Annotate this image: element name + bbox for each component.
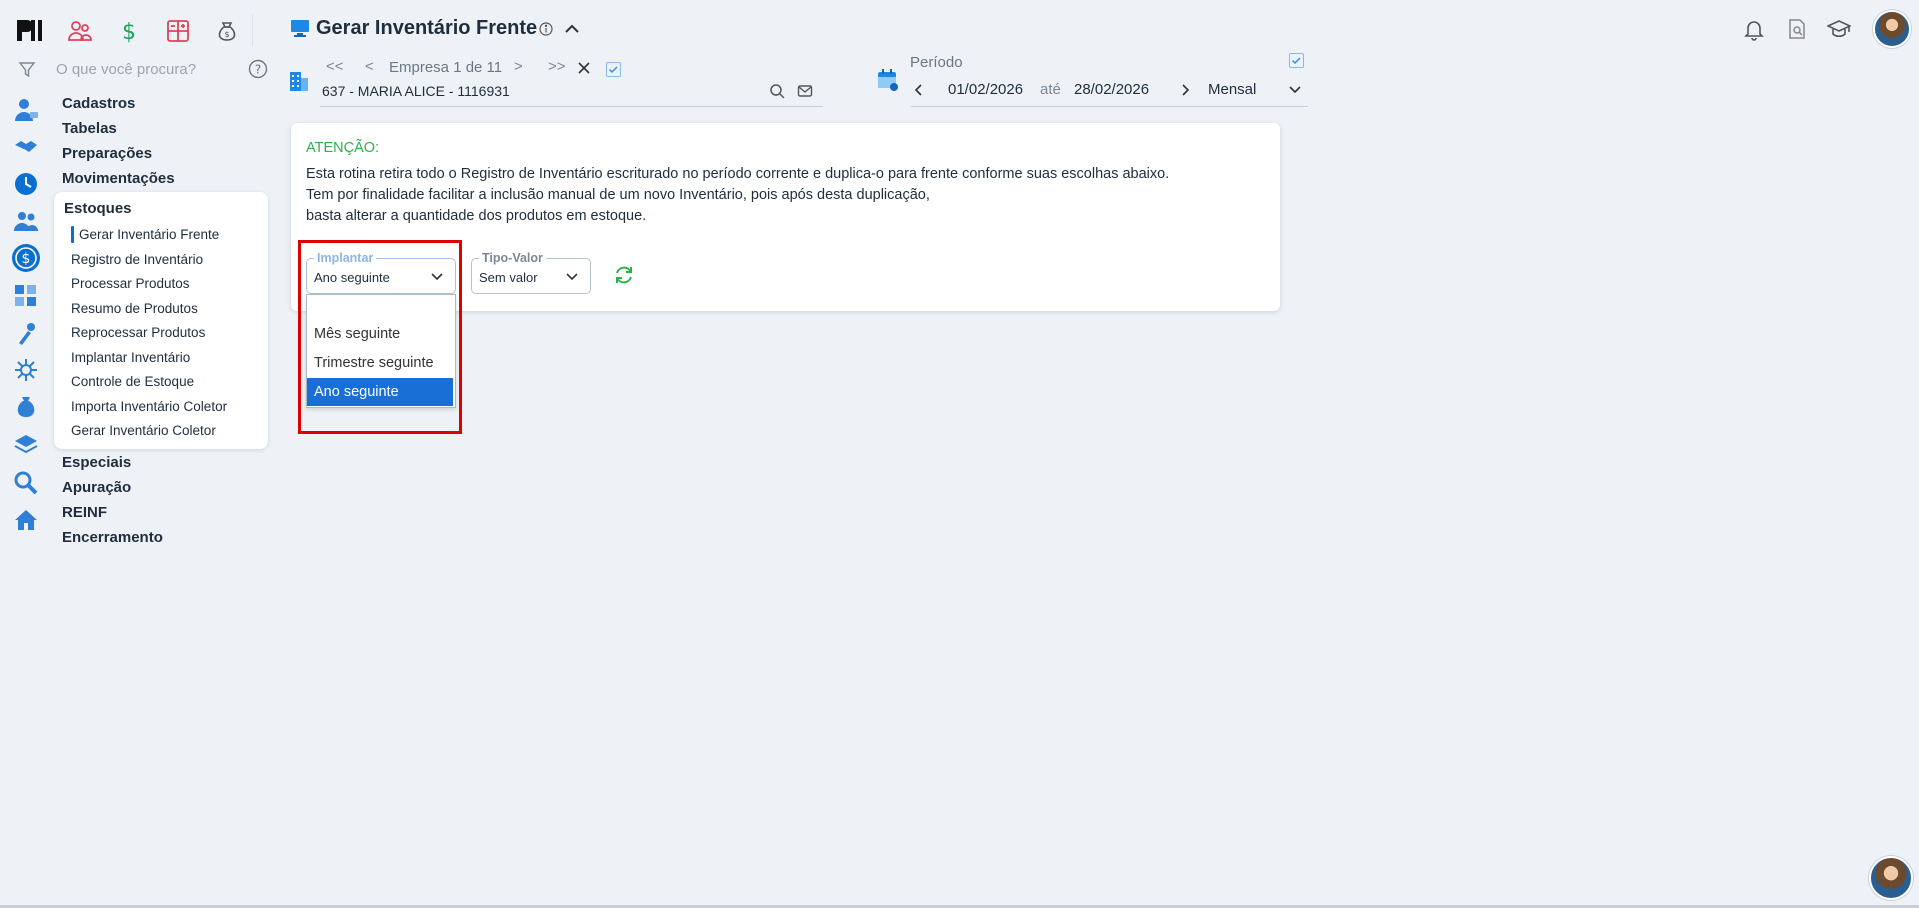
money-bag-icon[interactable] (12, 393, 40, 421)
submenu-item-importa-inventario-coletor[interactable]: Importa Inventário Coletor (71, 399, 227, 414)
assistant-avatar[interactable] (1869, 856, 1913, 900)
empresa-counter: Empresa 1 de 11 (389, 59, 503, 76)
chevron-right-icon[interactable] (1177, 82, 1193, 98)
people-icon[interactable] (67, 18, 93, 44)
tools-icon[interactable] (12, 319, 40, 347)
top-separator (252, 14, 253, 46)
last-empresa-button[interactable]: >> (548, 58, 566, 75)
empresa-underline (320, 106, 823, 107)
tipo-valor-label: Tipo-Valor (479, 251, 546, 265)
close-icon[interactable] (576, 60, 592, 76)
dollar-icon[interactable]: $ (116, 18, 142, 44)
chevron-down-icon[interactable] (564, 268, 580, 284)
period-start-input[interactable]: 01/02/2026 (948, 81, 1023, 98)
menu-estoques[interactable]: Estoques (64, 200, 132, 217)
user-avatar[interactable] (1873, 10, 1911, 48)
app-logo[interactable] (14, 16, 44, 44)
info-icon[interactable] (539, 22, 553, 36)
menu-movimentacoes[interactable]: Movimentações (62, 170, 175, 187)
menu-encerramento[interactable]: Encerramento (62, 529, 163, 546)
search-input[interactable]: O que você procura? (56, 61, 196, 78)
highlight-box (298, 240, 462, 434)
submenu-item-gerar-inventario-frente[interactable]: Gerar Inventário Frente (79, 227, 219, 242)
filter-icon[interactable] (18, 61, 36, 79)
menu-apuracao[interactable]: Apuração (62, 479, 131, 496)
apps-icon[interactable] (12, 282, 40, 310)
menu-preparacoes[interactable]: Preparações (62, 145, 152, 162)
submenu-item-controle-estoque[interactable]: Controle de Estoque (71, 374, 194, 389)
attention-line-2: Tem por finalidade facilitar a inclusão … (306, 187, 930, 203)
period-underline (910, 106, 1308, 107)
submenu-item-gerar-inventario-coletor[interactable]: Gerar Inventário Coletor (71, 423, 216, 438)
menu-cadastros[interactable]: Cadastros (62, 95, 135, 112)
period-mode-select[interactable]: Mensal (1208, 81, 1256, 98)
search-icon[interactable] (769, 83, 785, 99)
attention-line-1: Esta rotina retira todo o Registro de In… (306, 166, 1170, 182)
next-empresa-button[interactable]: > (514, 58, 523, 75)
menu-especiais[interactable]: Especiais (62, 454, 131, 471)
document-search-icon[interactable] (1785, 17, 1809, 41)
dollar-circle-icon[interactable]: $ (12, 244, 40, 272)
submenu-item-reprocessar-produtos[interactable]: Reprocessar Produtos (71, 325, 205, 340)
attention-line-3: basta alterar a quantidade dos produtos … (306, 208, 647, 224)
prev-empresa-button[interactable]: < (365, 58, 374, 75)
submenu-item-processar-produtos[interactable]: Processar Produtos (71, 276, 190, 291)
period-ate-label: até (1040, 81, 1061, 98)
layers-icon[interactable] (12, 431, 40, 459)
users-icon[interactable] (12, 207, 40, 235)
graduation-cap-icon[interactable] (1827, 17, 1851, 41)
handshake-icon[interactable] (12, 133, 40, 161)
active-indicator (71, 226, 74, 243)
submenu-item-registro-inventario[interactable]: Registro de Inventário (71, 252, 203, 267)
tipo-valor-value: Sem valor (479, 270, 538, 285)
bell-icon[interactable] (1742, 17, 1766, 41)
help-icon[interactable]: ? (248, 59, 268, 79)
menu-reinf[interactable]: REINF (62, 504, 107, 521)
user-icon[interactable] (12, 96, 40, 124)
empresa-value[interactable]: 637 - MARIA ALICE - 1116931 (322, 83, 510, 99)
periodo-checkbox[interactable] (1289, 53, 1304, 68)
menu-tabelas[interactable]: Tabelas (62, 120, 117, 137)
mail-icon[interactable] (797, 83, 813, 99)
chevron-down-icon[interactable] (1287, 81, 1303, 97)
calendar-icon[interactable] (877, 68, 899, 92)
submenu-item-implantar-inventario[interactable]: Implantar Inventário (71, 350, 190, 365)
first-empresa-button[interactable]: << (326, 58, 344, 75)
periodo-label: Período (910, 54, 963, 71)
building-icon (288, 70, 310, 92)
money-bag-icon[interactable]: $ (214, 18, 240, 44)
empresa-checkbox[interactable] (606, 62, 621, 77)
submenu-item-resumo-produtos[interactable]: Resumo de Produtos (71, 301, 198, 316)
attention-title: ATENÇÃO: (306, 140, 380, 156)
svg-text:$: $ (122, 20, 136, 44)
network-icon[interactable] (12, 356, 40, 384)
refresh-icon[interactable] (613, 264, 635, 286)
svg-text:?: ? (255, 63, 261, 77)
clock-icon[interactable] (12, 170, 40, 198)
period-end-input[interactable]: 28/02/2026 (1074, 81, 1149, 98)
svg-text:$: $ (22, 251, 31, 267)
chevron-up-icon[interactable] (563, 20, 581, 38)
svg-text:$: $ (224, 30, 229, 39)
chevron-left-icon[interactable] (911, 82, 927, 98)
calculator-icon[interactable] (165, 18, 191, 44)
page-title: Gerar Inventário Frente (316, 17, 538, 39)
search-icon[interactable] (12, 469, 40, 497)
monitor-icon (290, 18, 310, 38)
home-icon[interactable] (12, 506, 40, 534)
